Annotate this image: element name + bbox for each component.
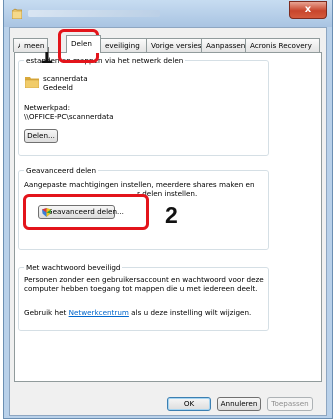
tab-previous-versions[interactable]: Vorige versies <box>146 38 202 52</box>
apply-button[interactable]: Toepassen <box>267 397 313 411</box>
tab-share[interactable]: Delen <box>66 35 101 53</box>
network-share-group: estanden en mappen via het netwerk delen… <box>18 56 269 156</box>
shared-folder-status: Gedeeld <box>43 83 73 92</box>
password-protection-legend: Met wachtwoord beveiligd <box>24 263 123 272</box>
network-path-value: \\OFFICE-PC\scannerdata <box>24 112 114 121</box>
share-button[interactable]: Delen... <box>24 129 58 143</box>
shared-folder-name: scannerdata <box>43 74 88 83</box>
step-2-marker: 2 <box>165 202 178 228</box>
password-protection-description: Personen zonder een gebruikersaccount en… <box>24 275 264 293</box>
advanced-share-description-line1: Aangepaste machtigingen instellen, meerd… <box>24 180 255 189</box>
folder-icon <box>25 77 39 88</box>
close-button[interactable]: x <box>289 1 327 19</box>
network-center-prefix: Gebruik het <box>24 308 69 317</box>
network-path-label: Netwerkpad: <box>24 103 70 112</box>
tab-customize[interactable]: Aanpassen <box>201 38 246 52</box>
advanced-share-button-highlight <box>23 194 149 230</box>
tab-security[interactable]: eveiliging <box>100 38 147 52</box>
ok-button[interactable]: OK <box>167 397 211 411</box>
network-center-link[interactable]: Netwerkcentrum <box>69 308 129 317</box>
folder-app-icon <box>12 8 22 19</box>
advanced-share-legend: Geavanceerd delen <box>24 166 99 175</box>
cancel-button[interactable]: Annuleren <box>217 397 261 411</box>
title-bar[interactable]: x <box>4 0 332 27</box>
password-protection-group: Met wachtwoord beveiligd Personen zonder… <box>18 263 269 331</box>
network-center-suffix: als u deze instelling wilt wijzigen. <box>128 308 252 317</box>
tab-general-overlap[interactable]: meen <box>20 38 48 52</box>
tab-acronis-recovery[interactable]: Acronis Recovery <box>245 38 320 52</box>
network-center-sentence: Gebruik het Netwerkcentrum als u deze in… <box>24 308 251 317</box>
window-title-obscured <box>28 10 160 17</box>
